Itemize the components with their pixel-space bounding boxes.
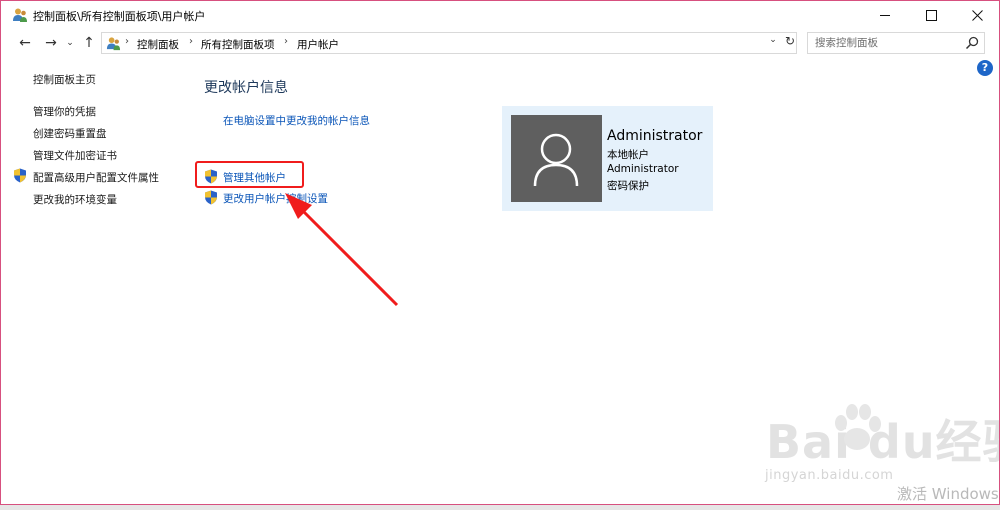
- breadcrumb-all-items[interactable]: 所有控制面板项: [201, 37, 275, 52]
- breadcrumb-separator-icon[interactable]: ›: [189, 36, 193, 47]
- page-title: 更改帐户信息: [204, 80, 288, 96]
- annotation-highlight-box: [195, 161, 304, 188]
- sidebar-item-control-panel-home[interactable]: 控制面板主页: [33, 72, 96, 87]
- users-app-icon: [13, 8, 27, 22]
- change-account-in-pc-settings-link[interactable]: 在电脑设置中更改我的帐户信息: [223, 113, 370, 128]
- password-status: 密码保护: [607, 180, 649, 192]
- avatar: [511, 115, 602, 202]
- forward-button[interactable]: →: [41, 33, 61, 53]
- taskbar-edge: [0, 505, 1000, 510]
- minimize-button[interactable]: [862, 1, 908, 29]
- recent-locations-button[interactable]: ⌄: [64, 33, 76, 53]
- search-box[interactable]: [807, 32, 985, 54]
- user-name: Administrator: [607, 128, 703, 144]
- breadcrumb-separator-icon[interactable]: ›: [125, 36, 129, 47]
- user-account-card: Administrator 本地帐户 Administrator 密码保护: [502, 106, 713, 211]
- breadcrumb-user-accounts[interactable]: 用户帐户: [297, 37, 339, 52]
- sidebar-item-advanced-profile-properties[interactable]: 配置高级用户配置文件属性: [33, 170, 159, 185]
- help-icon[interactable]: ?: [977, 60, 993, 76]
- search-icon[interactable]: [964, 35, 980, 51]
- minimize-icon: [880, 14, 890, 16]
- control-panel-icon: [106, 37, 121, 51]
- control-panel-window: 控制面板\所有控制面板项\用户帐户 ← → ⌄ ↑ › 控制面板 › 所有控制面…: [0, 0, 1000, 506]
- user-avatar-icon: [533, 133, 579, 187]
- breadcrumb-control-panel[interactable]: 控制面板: [137, 37, 179, 52]
- sidebar-item-manage-credentials[interactable]: 管理你的凭据: [33, 104, 96, 119]
- uac-shield-icon: [14, 168, 26, 183]
- account-group: Administrator: [607, 163, 679, 175]
- search-input[interactable]: [808, 33, 965, 53]
- close-button[interactable]: [954, 1, 999, 29]
- close-icon: [971, 9, 983, 21]
- change-uac-settings-link[interactable]: 更改用户帐户控制设置: [223, 191, 328, 206]
- refresh-icon[interactable]: ↻: [783, 34, 797, 48]
- sidebar-item-file-encryption-certs[interactable]: 管理文件加密证书: [33, 148, 117, 163]
- breadcrumb-separator-icon[interactable]: ›: [284, 36, 288, 47]
- activate-windows-watermark: 激活 Windows: [897, 485, 999, 503]
- watermark-url: jingyan.baidu.com: [765, 468, 894, 483]
- paw-watermark-icon: [835, 404, 881, 450]
- uac-shield-icon: [205, 190, 217, 205]
- account-type: 本地帐户: [607, 149, 649, 161]
- sidebar-item-environment-variables[interactable]: 更改我的环境变量: [33, 192, 117, 207]
- up-button[interactable]: ↑: [80, 33, 98, 53]
- maximize-icon: [925, 9, 937, 21]
- address-dropdown-icon[interactable]: ⌄: [766, 35, 780, 45]
- window-title: 控制面板\所有控制面板项\用户帐户: [33, 10, 206, 23]
- navigation-bar: ← → ⌄ ↑ › 控制面板 › 所有控制面板项 › 用户帐户 ⌄ ↻: [1, 30, 999, 56]
- address-bar[interactable]: › 控制面板 › 所有控制面板项 › 用户帐户 ⌄ ↻: [101, 32, 797, 54]
- maximize-button[interactable]: [908, 1, 954, 29]
- sidebar-item-password-reset-disk[interactable]: 创建密码重置盘: [33, 126, 107, 141]
- back-button[interactable]: ←: [15, 33, 35, 53]
- title-bar: 控制面板\所有控制面板项\用户帐户: [1, 1, 999, 29]
